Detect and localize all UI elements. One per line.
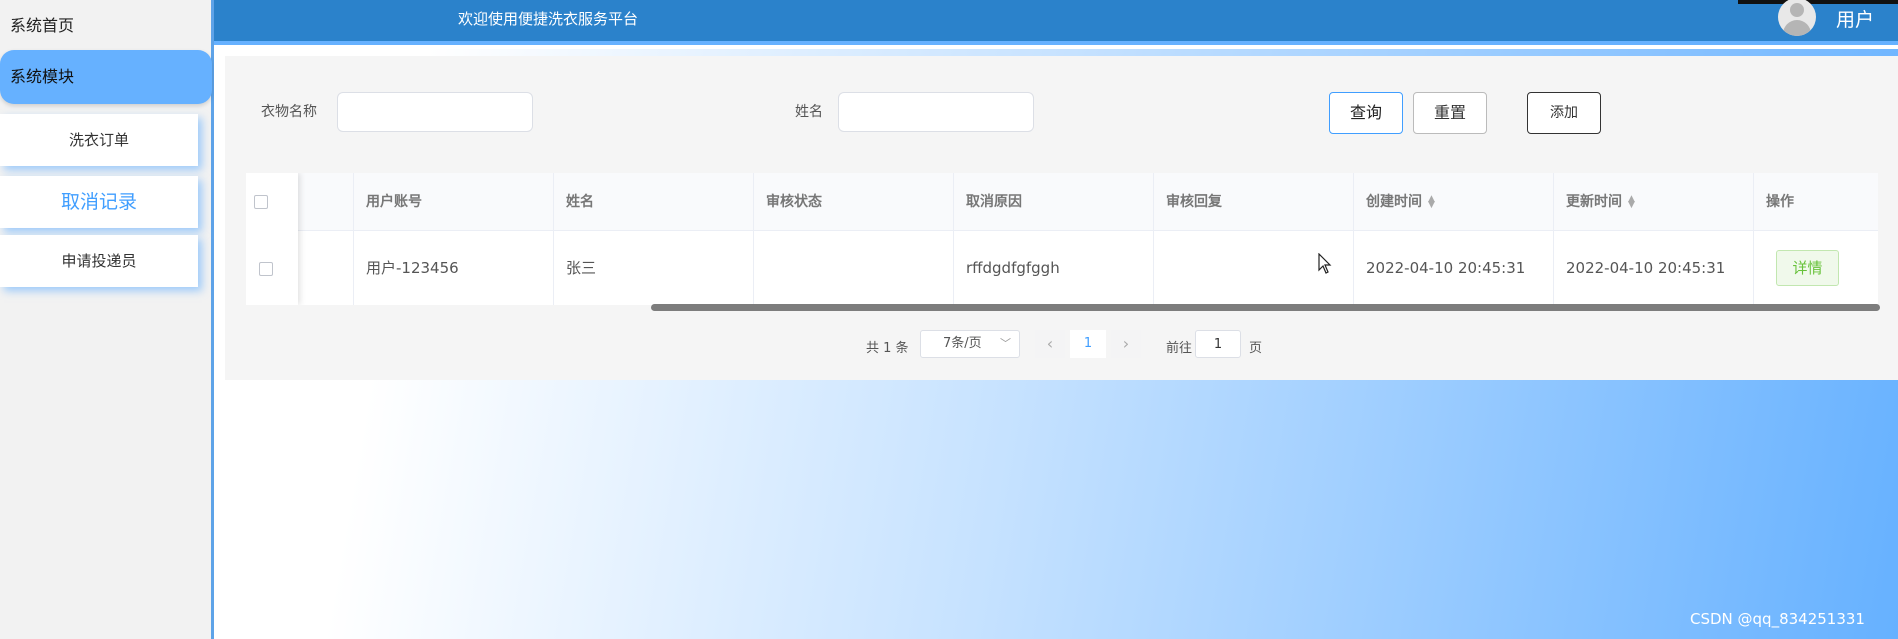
sort-caret-icon[interactable]: ▲ ▼ — [1428, 195, 1435, 210]
column-header-updated-label: 更新时间 — [1566, 194, 1622, 210]
prev-page-button[interactable]: ‹ — [1035, 330, 1065, 358]
table-cell-account: 用户-123456 — [354, 231, 554, 305]
column-header-account: 用户账号 — [354, 173, 554, 231]
sidebar-item-laundry-orders[interactable]: 洗衣订单 — [0, 114, 198, 166]
header-title: 欢迎使用便捷洗衣服务平台 — [458, 10, 639, 28]
select-all-checkbox[interactable] — [254, 195, 268, 209]
name-input[interactable] — [838, 92, 1034, 132]
avatar-body-shape — [1783, 20, 1811, 36]
column-header-actions: 操作 — [1766, 194, 1794, 210]
detail-button[interactable]: 详情 — [1776, 250, 1839, 286]
chevron-left-icon: ‹ — [1046, 334, 1054, 353]
watermark-text: CSDN @qq_834251331 — [1690, 610, 1865, 628]
goto-label: 前往 — [1166, 341, 1193, 356]
page-size-value: 7条/页 — [943, 336, 982, 351]
sidebar-item-cancel-records[interactable]: 取消记录 — [0, 176, 198, 228]
sort-caret-icon[interactable]: ▲ ▼ — [1628, 195, 1635, 210]
column-header-name: 姓名 — [554, 173, 754, 231]
next-page-button[interactable]: › — [1111, 330, 1141, 358]
cancel-records-table: 用户账号 姓名 审核状态 取消原因 审核回复 创建时间 ▲ ▼ 更新时间 ▲ ▼ 操作 … — [246, 173, 1878, 305]
horizontal-scrollbar-thumb[interactable] — [651, 304, 1880, 311]
row-checkbox[interactable] — [259, 262, 273, 276]
name-label: 姓名 — [795, 104, 823, 120]
header-user-label[interactable]: 用户 — [1836, 5, 1874, 32]
mouse-cursor-icon — [1318, 253, 1332, 274]
user-avatar-icon[interactable] — [1778, 0, 1816, 36]
header-edge-bar — [1738, 0, 1898, 4]
column-header-updated[interactable]: 更新时间 ▲ ▼ — [1554, 173, 1754, 231]
pagination-total: 共 1 条 — [866, 341, 909, 356]
sidebar: 系统首页 系统模块 洗衣订单 取消记录 申请投递员 — [0, 0, 214, 639]
column-header-created-label: 创建时间 — [1366, 194, 1422, 210]
goto-page-input[interactable] — [1195, 330, 1241, 358]
sidebar-item-apply-courier[interactable]: 申请投递员 — [0, 235, 198, 287]
column-header-reply: 审核回复 — [1154, 173, 1354, 231]
column-header-created[interactable]: 创建时间 ▲ ▼ — [1354, 173, 1554, 231]
table-header-spacer — [298, 173, 354, 231]
table-cell-created: 2022-04-10 20:45:31 — [1354, 231, 1554, 305]
sidebar-item-home[interactable]: 系统首页 — [10, 12, 74, 36]
chevron-right-icon: › — [1122, 334, 1130, 353]
sidebar-item-system-module[interactable]: 系统模块 — [0, 50, 212, 104]
add-button[interactable]: 添加 — [1527, 92, 1601, 134]
page-number-current[interactable]: 1 — [1070, 330, 1106, 358]
top-header: 欢迎使用便捷洗衣服务平台 用户 — [214, 0, 1898, 45]
page-size-select[interactable]: 7条/页 ﹀ — [920, 330, 1020, 358]
avatar-head-shape — [1790, 3, 1804, 17]
table-header: 用户账号 姓名 审核状态 取消原因 审核回复 创建时间 ▲ ▼ 更新时间 ▲ ▼ 操作 — [246, 173, 1878, 231]
cloth-name-input[interactable] — [337, 92, 533, 132]
column-header-status: 审核状态 — [754, 173, 954, 231]
chevron-down-icon: ﹀ — [1000, 337, 1011, 350]
column-header-reason: 取消原因 — [954, 173, 1154, 231]
table-cell-updated: 2022-04-10 20:45:31 — [1554, 231, 1754, 305]
reset-button[interactable]: 重置 — [1413, 92, 1487, 134]
page-unit-label: 页 — [1249, 341, 1263, 356]
table-cell-name: 张三 — [554, 231, 754, 305]
selection-column — [246, 173, 298, 305]
table-cell-status — [754, 231, 954, 305]
table-cell-reason: rffdgdfgfggh — [954, 231, 1154, 305]
cloth-name-label: 衣物名称 — [261, 104, 317, 120]
table-cell-spacer — [298, 231, 354, 305]
query-button[interactable]: 查询 — [1329, 92, 1403, 134]
